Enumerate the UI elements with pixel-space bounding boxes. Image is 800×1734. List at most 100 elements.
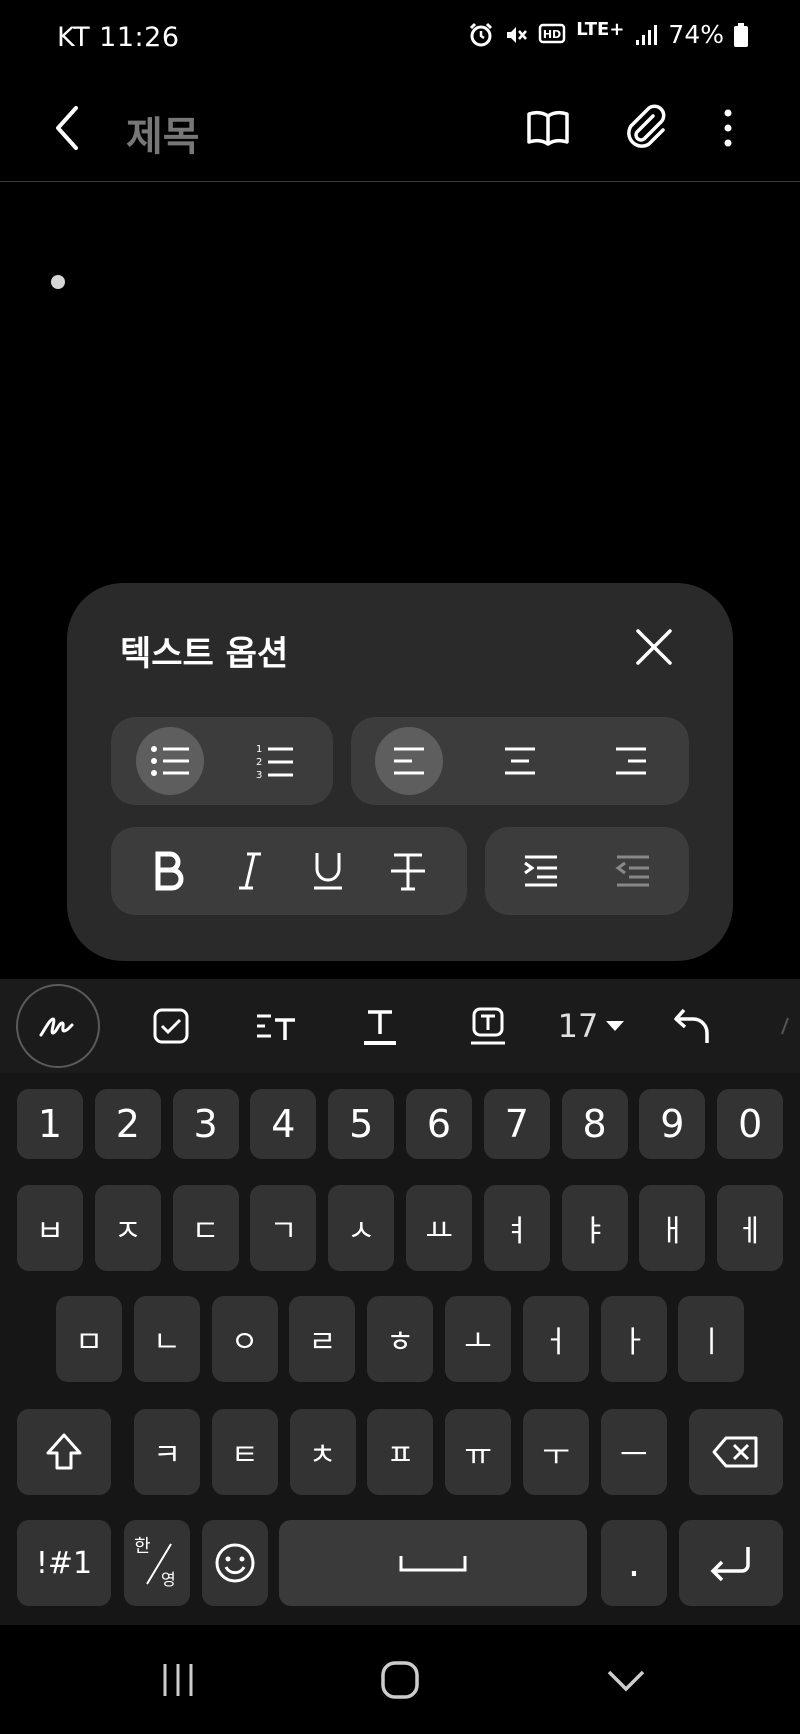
indent-button[interactable] [507,837,575,905]
letter-key[interactable]: ㅁ [56,1296,122,1382]
letter-key[interactable]: ㅈ [94,1185,161,1271]
enter-key[interactable] [679,1520,783,1606]
lang-top-label: 한 [134,1536,151,1557]
highlight-button[interactable] [460,991,516,1061]
align-left-icon [394,747,424,775]
letter-key[interactable]: ㄷ [172,1185,239,1271]
paragraph-style-button[interactable] [248,991,304,1061]
number-key[interactable]: 6 [406,1089,472,1159]
book-icon [527,110,569,146]
handwriting-button[interactable] [16,984,100,1068]
space-key[interactable] [279,1520,587,1606]
letter-key[interactable]: ㅡ [600,1409,667,1495]
number-key[interactable]: 3 [172,1089,239,1159]
undo-button[interactable] [665,991,721,1061]
letter-key[interactable]: ㅂ [17,1185,83,1271]
number-key[interactable]: 5 [328,1089,395,1159]
letter-key[interactable]: ㄱ [250,1185,317,1271]
number-key[interactable]: 2 [94,1089,161,1159]
number-key[interactable]: 0 [717,1089,784,1159]
align-right-button[interactable] [597,727,665,795]
note-title[interactable]: 제목 [126,104,200,162]
mute-icon [504,23,528,47]
letter-key[interactable]: ㅇ [211,1296,278,1382]
bullet-list-button[interactable] [136,727,204,795]
numbered-list-button[interactable]: 1 2 3 [240,727,308,795]
number-key[interactable]: 7 [483,1089,550,1159]
home-button[interactable] [350,1625,450,1734]
redo-button[interactable] [775,991,795,1061]
letter-key[interactable]: ㅠ [445,1409,512,1495]
highlight-icon [471,1007,505,1045]
redo-icon [781,1017,789,1035]
letter-key[interactable]: ㅎ [367,1296,434,1382]
letter-key[interactable]: ㅔ [717,1185,784,1271]
alarm-icon [468,22,494,48]
text-color-button[interactable] [352,991,408,1061]
recent-apps-button[interactable] [128,1625,228,1734]
align-left-button[interactable] [375,727,443,795]
reading-mode-button[interactable] [520,98,576,158]
bullet-point [51,275,65,289]
strikethrough-button[interactable] [374,837,442,905]
letter-key[interactable]: ㄹ [289,1296,356,1382]
letter-key[interactable]: ㄴ [133,1296,200,1382]
panel-title: 텍스트 옵션 [120,634,289,674]
letter-key[interactable]: ㅌ [211,1409,278,1495]
shift-key[interactable] [17,1409,111,1495]
more-options-button[interactable] [700,98,756,158]
emoji-key[interactable] [202,1520,268,1606]
more-vertical-icon [724,109,732,147]
bold-button[interactable] [135,837,203,905]
indent-icon [524,855,557,887]
font-size-dropdown[interactable]: 17 [552,991,632,1061]
letter-key[interactable]: ㅐ [639,1185,706,1271]
period-key[interactable]: . [601,1520,667,1606]
letter-key[interactable]: ㅅ [328,1185,395,1271]
network-type: LTE+ [576,19,625,40]
letter-key[interactable]: ㅕ [483,1185,550,1271]
checkbox-icon [153,1008,189,1044]
app-header: 제목 [0,78,800,182]
text-style-group [111,827,467,915]
align-right-icon [616,747,646,775]
letter-key[interactable]: ㅊ [289,1409,356,1495]
letter-key[interactable]: ㅓ [522,1296,589,1382]
status-icons: HD LTE+ 74% [468,19,748,49]
outdent-icon [615,855,649,887]
close-panel-button[interactable] [630,623,678,671]
note-body[interactable] [0,183,800,583]
undo-icon [674,1008,709,1043]
pen-icon [39,1017,74,1037]
recent-apps-icon [163,1663,193,1696]
number-key[interactable]: 8 [561,1089,628,1159]
letter-key[interactable]: ㅛ [406,1185,472,1271]
underline-button[interactable] [294,837,362,905]
language-key[interactable]: 한 영 [124,1520,190,1606]
number-key[interactable]: 4 [250,1089,317,1159]
letter-key[interactable]: ㅍ [367,1409,434,1495]
letter-key[interactable]: ㅏ [600,1296,667,1382]
back-nav-button[interactable] [576,1625,676,1734]
indent-group [485,827,689,915]
letter-key[interactable]: ㅣ [678,1296,745,1382]
letter-key[interactable]: ㅑ [561,1185,628,1271]
number-key[interactable]: 1 [17,1089,83,1159]
checkbox-button[interactable] [143,991,199,1061]
emoji-icon [215,1543,255,1583]
strikethrough-icon [391,853,425,891]
outdent-button[interactable] [599,837,667,905]
battery-percent: 74% [668,20,724,49]
attach-button[interactable] [617,98,673,158]
shift-icon [46,1433,82,1470]
letter-key[interactable]: ㅗ [445,1296,511,1382]
letter-key[interactable]: ㅋ [134,1409,200,1495]
hd-voice-icon: HD [538,23,566,47]
italic-button[interactable] [216,837,284,905]
letter-key[interactable]: ㅜ [523,1409,589,1495]
align-center-button[interactable] [486,727,554,795]
symbols-key[interactable]: !#1 [17,1520,111,1606]
number-key[interactable]: 9 [639,1089,706,1159]
back-button[interactable] [46,100,92,156]
backspace-key[interactable] [689,1409,783,1495]
